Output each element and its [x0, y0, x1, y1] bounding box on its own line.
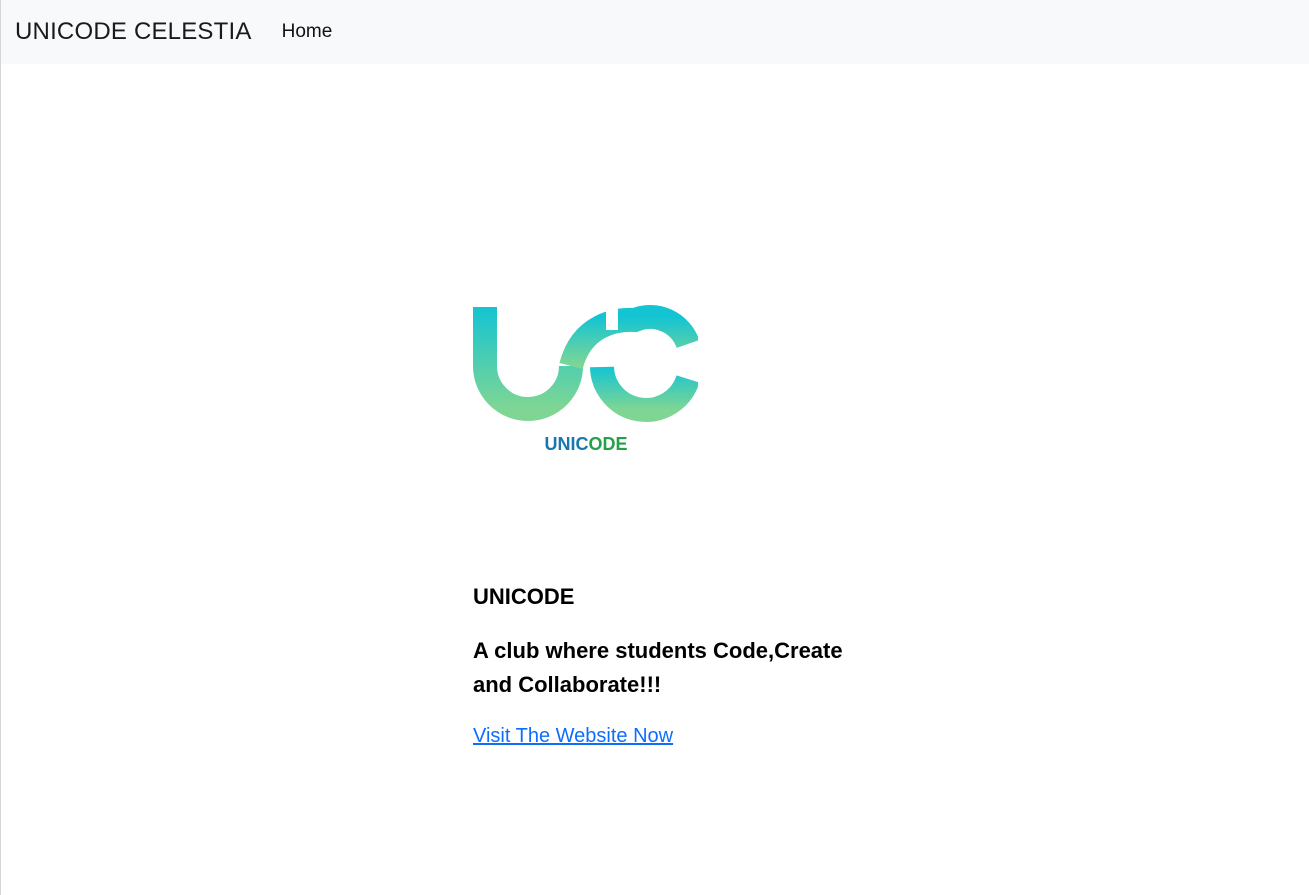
- card-title: UNICODE: [473, 584, 575, 609]
- unicode-logo: UNICODE: [473, 304, 698, 454]
- card-tagline: A club where students Code,Create and Co…: [473, 638, 843, 697]
- page: UNICODE CELESTIA Home UNICODE UNICODE A …: [0, 0, 1309, 895]
- uc-mark: [473, 305, 698, 422]
- visit-website-link[interactable]: Visit The Website Now: [473, 725, 673, 748]
- logo-wordmark: UNICODE: [544, 434, 627, 454]
- navbar: UNICODE CELESTIA Home: [1, 0, 1309, 64]
- nav-link-home[interactable]: Home: [282, 21, 333, 43]
- brand-link[interactable]: UNICODE CELESTIA: [15, 18, 252, 46]
